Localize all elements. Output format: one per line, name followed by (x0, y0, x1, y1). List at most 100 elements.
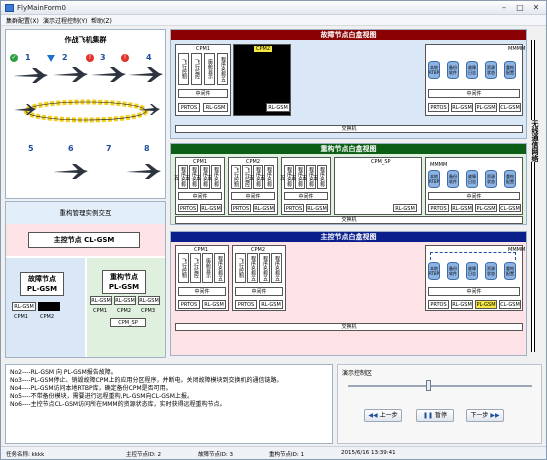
recon-cpm2-label: CPM2 (117, 308, 132, 314)
db-resource: 资源状态 (485, 61, 497, 79)
log-line: No3----PL-GSM停止、销毁故障CPM上的应用分区程序，并断电，关闭故障… (10, 377, 283, 384)
recon-node-section: 重构节点白盒视图 CPM1 程序名称五 程序名称五 程序名称五 程序名称五 中间… (170, 143, 527, 225)
plane-number-5: 5 (28, 144, 34, 153)
cluster-title: 作战飞机集群 (64, 36, 107, 44)
app-program: 程序名称五 (259, 253, 270, 283)
db-backup: 备份软件 (447, 262, 459, 280)
down-arrow-icon (47, 55, 55, 62)
recon-node-box: 重构节点 PL-GSM (102, 270, 146, 294)
rlgsm-box: RL-GSM (451, 103, 473, 112)
event-log[interactable]: No2----RL-GSM 向 PL-GSM报告故障。 No3----PL-GS… (5, 364, 333, 444)
plane-number-4: 4 (146, 53, 152, 62)
prtos-box: PRTOS (178, 103, 200, 112)
recon-cpm1-label: CPM1 (93, 308, 108, 314)
rlgsm-box: RL-GSM (266, 103, 290, 112)
minimize-button[interactable]: – (497, 3, 511, 13)
close-button[interactable]: ✕ (529, 3, 543, 13)
reconfig-title: 重构管理实例交互 (6, 202, 165, 224)
app-program: 程序名称五 (247, 253, 258, 283)
prtos-box: PRTOS (178, 300, 200, 309)
db-resource: 资源状态 (485, 262, 497, 280)
prtos-box: PRTOS (178, 204, 198, 212)
prtos-box: PRTOS (284, 204, 304, 212)
menu-help[interactable]: 帮助(Z) (91, 16, 112, 25)
app-flight-monitor: 飞行监控 (191, 53, 202, 85)
db-reconfig: 重构配置 (504, 262, 516, 280)
prtos-box: PRTOS (428, 300, 449, 309)
fault-rlgsm-box: RL-GSM (12, 302, 36, 311)
menu-cluster-config[interactable]: 集群配置(X) (6, 16, 39, 25)
prev-button[interactable]: ◀◀ 上一步 (364, 409, 402, 422)
middleware-box: 中间件 (428, 192, 520, 200)
master-node-section: 主控节点白盒视图 CPM1 飞行控制 飞行监控 座舱显示 程序名称五 中间件 P… (170, 231, 527, 356)
master-cpm1: CPM1 飞行控制 飞行监控 座舱显示 程序名称五 中间件 PRTOS RL-G… (175, 245, 229, 311)
prtos-box: PRTOS (231, 204, 251, 212)
plgsm-box-highlight: PL-GSM (475, 300, 497, 309)
log-line: No6----主控节点CL-GSM访问所在MMM的资源状态库，实时获得远程重构节… (10, 401, 226, 408)
recon-cpm2: CPM2 飞行控制 飞行监控 程序名称五 程序名称五 中间件 PRTOS RL-… (228, 157, 278, 215)
status-recon: 重构节点ID: 1 (269, 452, 304, 458)
aircraft-cluster-panel: 作战飞机集群 ✓ 1 2 ! 3 ! 4 5 6 7 8 (5, 29, 166, 199)
menu-bar: 集群配置(X) 演示过程控制(Y) 帮助(Z) (1, 15, 546, 26)
mmm-label: MMMM (430, 162, 448, 168)
master-node-box: 主控节点 CL-GSM (28, 232, 140, 248)
db-local-rtbp: 本地RTBP (428, 262, 440, 280)
db-local-rtbp: 本地RTBP (428, 61, 440, 79)
master-section-header: 主控节点白盒视图 (171, 232, 526, 242)
app-flight-control: 飞行控制 (235, 253, 246, 283)
prtos-box: PRTOS (428, 103, 449, 112)
middleware-box: 中间件 (178, 192, 222, 200)
app-program: 程序名称五 (271, 253, 282, 283)
prtos-box: PRTOS (428, 204, 449, 212)
log-line: No4----PL-GSM访问本地RTBP库，确定备份CPM是否可用。 (10, 385, 172, 392)
rlgsm-box: RL-GSM (203, 103, 228, 112)
app-program: 程序名称五 (214, 253, 225, 283)
cpm1-label: CPM1 (196, 46, 211, 52)
recon-rlgsm-2: RL-GSM (114, 296, 136, 305)
recon-cpm3-label: CPM3 (141, 308, 156, 314)
status-bar: 任务名称: kkkk 主控节点ID: 2 故障节点ID: 3 重构节点ID: 1… (1, 446, 546, 459)
window-title: FlyMainForm0 (17, 4, 66, 12)
next-button[interactable]: 下一步 ▶▶ (466, 409, 504, 422)
app-program: 程序名称五 (259, 165, 274, 189)
rlgsm-box: RL-GSM (253, 204, 275, 212)
slider-track[interactable] (348, 385, 532, 387)
db-resource: 资源状态 (485, 170, 497, 188)
slider-thumb[interactable] (426, 380, 431, 391)
db-fault-log: 故障日志 (466, 262, 478, 280)
fault-cpm2-black (38, 302, 60, 311)
title-bar: FlyMainForm0 – □ ✕ (1, 1, 546, 15)
error-icon: ! (121, 54, 129, 62)
status-time: 2015/6/16 13:39:41 (341, 450, 396, 456)
plane-number-3: 3 (100, 53, 106, 62)
app-flight-control: 飞行控制 (178, 53, 189, 85)
fault-section-header: 故障节点白盒视图 (171, 30, 526, 40)
rlgsm-box: RL-GSM (451, 204, 473, 212)
app-icon (5, 4, 14, 12)
db-backup: 备份软件 (447, 170, 459, 188)
reconfig-panel: 重构管理实例交互 主控节点 CL-GSM 故障节点 PL-GSM 重构节点 PL… (5, 201, 166, 358)
menu-demo-control[interactable]: 演示过程控制(Y) (43, 16, 87, 25)
plane-number-6: 6 (68, 144, 74, 153)
prtos-box: PRTOS (235, 300, 257, 309)
db-fault-log: 故障日志 (466, 61, 478, 79)
app-flight-monitor: 飞行监控 (190, 253, 201, 283)
mmm-label: MMMM (508, 46, 526, 52)
fault-node-box: 故障节点 PL-GSM (20, 272, 64, 296)
maximize-button[interactable]: □ (513, 3, 527, 13)
switch-bar: 交换机 (175, 323, 523, 331)
next-icon: ▶▶ (488, 412, 500, 419)
recon-mmm: MMMM 本地RTBP 备份软件 故障日志 资源状态 重构配置 中间件 PRTO… (425, 157, 523, 215)
log-line: No5----不带备份模块，需要进行远程重构,PL-GSM向CL-GSM上报。 (10, 393, 193, 400)
recon-cpm-sp: CPM_SP RL-GSM (334, 157, 422, 215)
pause-icon: ❚❚ (423, 412, 435, 419)
db-access-arrow (430, 252, 516, 260)
switch-bar: 交换机 (175, 125, 523, 133)
plane-number-7: 7 (106, 144, 112, 153)
middleware-box: 中间件 (428, 89, 520, 98)
app-program: 程序名称五 (206, 165, 221, 189)
pause-button[interactable]: ❚❚ 暂停 (416, 409, 454, 422)
middleware-box: 中间件 (235, 287, 283, 296)
wireless-network-rail (531, 40, 535, 352)
prev-label: 上一步 (379, 412, 398, 419)
